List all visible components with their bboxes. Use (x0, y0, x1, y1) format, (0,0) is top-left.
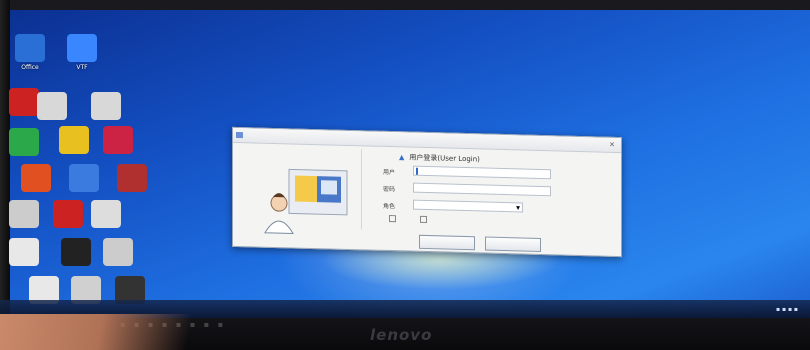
app-shortcut-icon (117, 164, 147, 192)
remember-checkbox[interactable] (389, 215, 396, 223)
app-shortcut-icon (67, 34, 97, 62)
app-shortcut-icon (59, 126, 89, 154)
desktop-icon[interactable] (0, 128, 48, 158)
monitor-brand-logo: lenovo (370, 326, 433, 344)
desktop-icon[interactable] (94, 238, 142, 268)
dialog-divider (361, 149, 362, 230)
app-shortcut-icon (37, 92, 67, 120)
system-tray[interactable]: ▪ ▪ ▪ ▪ (776, 306, 798, 313)
app-icon (236, 131, 243, 139)
desktop-icon[interactable] (108, 164, 156, 194)
app-shortcut-icon (53, 200, 83, 228)
desktop-icon-label: Office (21, 64, 39, 71)
desktop-icon[interactable] (82, 92, 130, 122)
username-value (416, 167, 418, 175)
close-icon[interactable]: ✕ (609, 138, 615, 152)
app-shortcut-icon (9, 200, 39, 228)
desktop-icon[interactable] (50, 126, 98, 156)
password-label: 密码 (383, 185, 396, 194)
login-form: ▲ 用户登录(User Login) 用户 密码 角色 ▼ (383, 152, 609, 228)
left-hint (237, 146, 359, 149)
app-shortcut-icon (9, 128, 39, 156)
login-button[interactable] (419, 234, 475, 251)
app-shortcut-icon (91, 92, 121, 120)
desktop-icon[interactable] (28, 92, 76, 122)
desktop-icon[interactable] (60, 164, 108, 194)
password-field[interactable] (413, 182, 551, 197)
role-label: 角色 (383, 202, 396, 211)
app-shortcut-icon (91, 200, 121, 228)
desktop-icon[interactable]: VTF (58, 34, 106, 71)
app-shortcut-icon (15, 34, 45, 62)
desktop-icon[interactable] (0, 200, 48, 230)
hand-foreground (0, 314, 250, 350)
app-shortcut-icon (61, 238, 91, 266)
desktop-screen: Office VTF ✕ ▲ 用户登录(User Login) 用户 密码 角色… (0, 0, 810, 318)
dialog-left-pane (237, 146, 359, 245)
app-shortcut-icon (9, 238, 39, 266)
role-select[interactable]: ▼ (413, 199, 523, 213)
app-shortcut-icon (69, 164, 99, 192)
desktop-icon[interactable] (52, 238, 100, 268)
desktop-icon[interactable] (12, 164, 60, 194)
app-shortcut-icon (21, 164, 51, 192)
usb-key-checkbox[interactable] (419, 215, 427, 223)
user-icon: ▲ (399, 153, 405, 162)
desktop-icon-label: VTF (76, 64, 88, 71)
login-dialog: ✕ ▲ 用户登录(User Login) 用户 密码 角色 ▼ (232, 126, 622, 258)
app-shortcut-icon (103, 238, 133, 266)
desktop-icon[interactable] (94, 126, 142, 156)
cancel-button[interactable] (485, 236, 541, 252)
app-shortcut-icon (103, 126, 133, 154)
username-field[interactable] (413, 165, 551, 180)
monitor-top-bezel (0, 0, 810, 10)
desktop-icon[interactable] (0, 238, 48, 268)
username-label: 用户 (383, 168, 396, 177)
form-heading-text: 用户登录(User Login) (409, 153, 480, 164)
login-illustration-icon (264, 168, 348, 235)
chevron-down-icon: ▼ (516, 205, 520, 212)
desktop-icon[interactable]: Office (6, 34, 54, 71)
desktop-icon[interactable] (82, 200, 130, 230)
